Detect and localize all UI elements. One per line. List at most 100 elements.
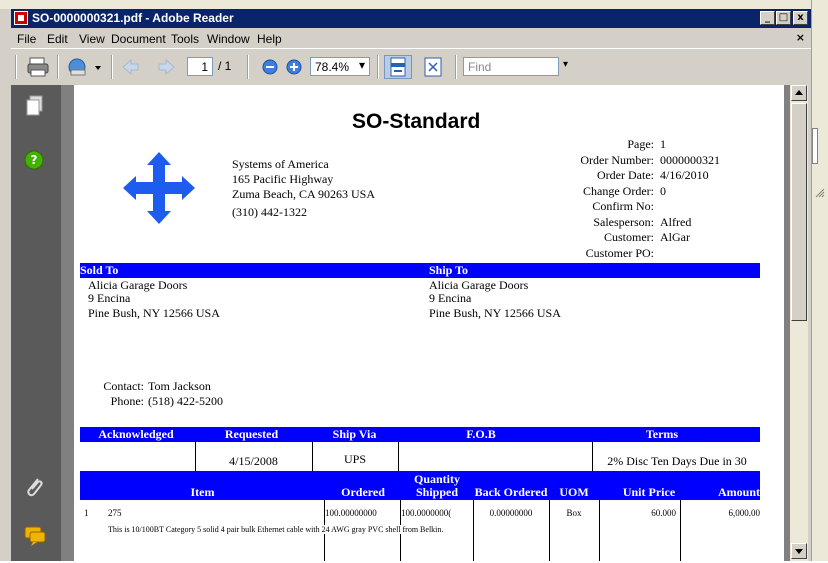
order-info-label: Customer PO: <box>585 246 654 260</box>
order-info-label: Salesperson: <box>593 215 654 229</box>
fit-width-button[interactable] <box>384 55 412 79</box>
toolbar-separator <box>247 55 249 79</box>
ship-to-header: Ship To <box>429 263 469 277</box>
maximize-button[interactable]: □ <box>776 11 791 25</box>
find-input[interactable]: Find <box>463 57 559 76</box>
sold-to-address-line2: Pine Bush, NY 12566 USA <box>88 306 220 320</box>
help-icon[interactable]: ? <box>23 149 45 171</box>
menu-tools[interactable]: Tools <box>171 32 199 46</box>
title-bar[interactable]: SO-0000000321.pdf - Adobe Reader _ □ x <box>11 9 811 28</box>
toolbar-separator <box>455 55 457 79</box>
toolbar-separator <box>377 55 379 79</box>
arrow-up-icon <box>795 90 803 95</box>
line-amount: 6,000.00 <box>681 508 760 518</box>
menu-file[interactable]: File <box>17 32 36 46</box>
company-name: Systems of America <box>232 157 329 171</box>
order-info-value: Alfred <box>660 215 692 229</box>
fit-page-icon <box>424 57 442 77</box>
ship-to-address-line2: Pine Bush, NY 12566 USA <box>429 306 561 320</box>
sold-to-header: Sold To <box>80 263 119 277</box>
scroll-down-button[interactable] <box>791 543 807 559</box>
toolbar-grip <box>15 55 17 79</box>
svg-text:?: ? <box>31 153 38 167</box>
order-info-value: AlGar <box>660 230 690 244</box>
menu-bar: File Edit View Document Tools Window Hel… <box>11 29 811 47</box>
next-page-button[interactable] <box>156 55 178 79</box>
page-total-label: / 1 <box>218 59 232 73</box>
terms-value: 2% Disc Ten Days Due in 30 <box>607 454 747 468</box>
requested-header: Requested <box>224 427 279 441</box>
comments-icon[interactable] <box>23 525 47 547</box>
toolbar: 1 / 1 78.4% ▾ Find ▾ <box>11 48 811 85</box>
company-address-line2: Zuma Beach, CA 90263 USA <box>232 187 375 201</box>
fob-header: F.O.B <box>466 427 496 441</box>
fit-width-icon <box>390 57 406 77</box>
page-number-input[interactable]: 1 <box>187 57 213 76</box>
arrow-right-icon <box>158 58 175 76</box>
company-address-line1: 165 Pacific Highway <box>232 172 334 186</box>
order-info-label: Order Number: <box>580 153 654 167</box>
share-button[interactable] <box>65 55 105 79</box>
scroll-up-button[interactable] <box>791 85 807 101</box>
menu-view[interactable]: View <box>79 32 105 46</box>
window-title: SO-0000000321.pdf - Adobe Reader <box>32 11 234 25</box>
line-number: 1 <box>84 508 89 518</box>
ship-to-address-line1: 9 Encina <box>429 291 472 305</box>
line-description: This is 10/100BT Category 5 solid 4 pair… <box>108 525 444 534</box>
terms-header: Terms <box>645 427 679 441</box>
address-header-bar: Sold To Ship To <box>80 263 760 278</box>
order-info-label: Change Order: <box>583 184 654 198</box>
order-info-value: 0000000321 <box>660 153 720 167</box>
printer-icon <box>27 57 49 77</box>
uom-header: UOM <box>559 485 589 499</box>
zoom-in-button[interactable] <box>285 55 303 79</box>
find-options-chevron-down-icon[interactable]: ▾ <box>563 59 568 70</box>
ship-via-value: UPS <box>343 452 366 466</box>
fit-page-button[interactable] <box>421 55 445 79</box>
print-button[interactable] <box>25 55 51 79</box>
adobe-reader-icon <box>14 11 28 25</box>
ordered-header: Ordered <box>341 485 385 499</box>
navigation-panel: ? <box>11 85 61 561</box>
contact-value: Tom Jackson <box>148 379 211 393</box>
order-info-label: Customer: <box>604 230 654 244</box>
back-ordered-header: Back Ordered <box>474 485 548 499</box>
arrow-down-icon <box>795 549 803 554</box>
line-shipped: 100.0000000( <box>401 508 472 518</box>
vertical-scrollbar[interactable] <box>790 85 808 561</box>
line-back-ordered: 0.00000000 <box>474 508 548 518</box>
order-info-label: Order Date: <box>597 168 654 182</box>
document-close-button[interactable]: × <box>796 31 805 44</box>
application-window: SO-0000000321.pdf - Adobe Reader _ □ x F… <box>0 0 828 561</box>
line-items-header-bar: Item Ordered Quantity Shipped Back Order… <box>80 471 760 500</box>
zoom-out-button[interactable] <box>261 55 279 79</box>
toolbar-separator <box>57 55 59 79</box>
attachment-icon[interactable] <box>23 475 45 499</box>
item-header: Item <box>190 485 215 499</box>
contact-label: Contact: <box>103 379 144 393</box>
order-info-value: 1 <box>660 137 666 151</box>
shipped-header: Shipped <box>415 485 459 499</box>
pdf-page: SO-Standard Systems of America 165 Pacif… <box>74 85 784 561</box>
zoom-out-icon <box>262 59 278 75</box>
pages-icon[interactable] <box>25 95 45 117</box>
company-phone: (310) 442-1322 <box>232 205 307 219</box>
previous-page-button[interactable] <box>119 55 141 79</box>
menu-window[interactable]: Window <box>207 32 250 46</box>
zoom-level-select[interactable]: 78.4% ▾ <box>310 57 370 76</box>
line-unit-price: 60.000 <box>600 508 676 518</box>
chevron-down-icon: ▾ <box>358 58 365 72</box>
close-button[interactable]: x <box>793 11 808 25</box>
scroll-thumb[interactable] <box>791 103 807 321</box>
phone-value: (518) 422-5200 <box>148 394 223 408</box>
amount-header: Amount <box>717 485 760 499</box>
menu-document[interactable]: Document <box>111 32 166 46</box>
line-uom: Box <box>550 508 598 518</box>
document-view[interactable]: SO-Standard Systems of America 165 Pacif… <box>61 85 790 561</box>
order-info-value: 0 <box>660 184 666 198</box>
menu-help[interactable]: Help <box>257 32 282 46</box>
find-placeholder: Find <box>468 60 492 74</box>
menu-edit[interactable]: Edit <box>47 32 68 46</box>
minimize-button[interactable]: _ <box>760 11 775 25</box>
ship-via-header: Ship Via <box>332 427 377 441</box>
